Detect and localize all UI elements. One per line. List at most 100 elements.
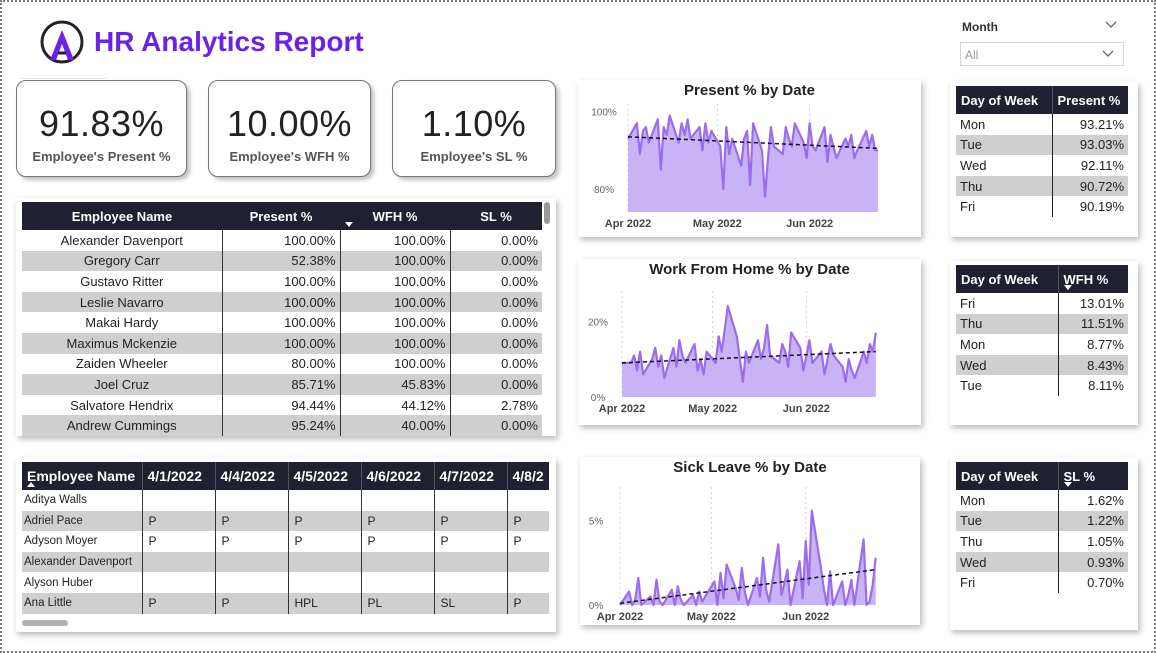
table-row[interactable]: Mon 93.21% xyxy=(956,114,1128,135)
attendance-cell: P xyxy=(433,510,507,532)
table-row[interactable]: Aditya Walls xyxy=(22,490,549,511)
column-header-date[interactable]: 4/7/2022 xyxy=(433,462,507,490)
x-tick-label: May 2022 xyxy=(693,218,742,230)
column-header-employee-name[interactable]: Employee Name xyxy=(22,462,142,490)
present-cell: 95.24% xyxy=(221,415,340,436)
column-header-sl[interactable]: SL % xyxy=(450,202,542,230)
table-row[interactable]: Mon 8.77% xyxy=(956,334,1128,355)
column-header-day-of-week[interactable]: Day of Week xyxy=(956,86,1052,114)
wfh-by-date-chart[interactable]: Work From Home % by Date Apr 2022 May 202… xyxy=(578,259,921,425)
table-row[interactable]: Thu 1.05% xyxy=(956,531,1128,552)
chart-title: Work From Home % by Date xyxy=(649,261,850,278)
table-row[interactable]: Adriel Pace P P P P P P xyxy=(22,510,549,532)
attendance-cell: P xyxy=(214,592,288,614)
series-line xyxy=(619,509,877,607)
employee-name-cell: Joel Cruz xyxy=(22,374,222,395)
employee-name-cell: Leslie Navarro xyxy=(22,291,222,313)
column-header-day-of-week[interactable]: Day of Week xyxy=(956,462,1058,490)
day-cell: Tue xyxy=(960,378,982,394)
employee-name-cell: Adriel Pace xyxy=(22,510,142,532)
table-row[interactable]: Alexander Davenport 100.00% 100.00% 0.00% xyxy=(22,230,542,251)
attendance-cell xyxy=(360,490,434,511)
table-row[interactable]: Tue 8.11% xyxy=(956,375,1128,396)
table-row[interactable]: Joel Cruz 85.71% 45.83% 0.00% xyxy=(22,374,542,395)
y-tick-label: 20% xyxy=(588,317,608,328)
employee-summary-table[interactable]: Employee Name Present % WFH % SL % Alexa… xyxy=(16,198,556,436)
column-header-date[interactable]: 4/8/2 xyxy=(506,462,549,490)
table-row[interactable]: Tue 1.22% xyxy=(956,510,1128,532)
attendance-cell xyxy=(433,490,507,511)
present-cell: 100.00% xyxy=(221,230,340,251)
month-dropdown[interactable]: All xyxy=(960,42,1124,66)
chevron-down-icon[interactable] xyxy=(1104,18,1118,32)
horizontal-scrollbar[interactable] xyxy=(22,620,68,626)
value-cell: 13.01% xyxy=(1057,293,1128,314)
sort-descending-icon xyxy=(1063,285,1072,290)
title-divider xyxy=(20,78,108,79)
table-row[interactable]: Leslie Navarro 100.00% 100.00% 0.00% xyxy=(22,291,542,313)
table-row[interactable]: Gustavo Ritter 100.00% 100.00% 0.00% xyxy=(22,271,542,292)
column-header-present[interactable]: Present % xyxy=(222,202,340,230)
sick-leave-by-date-chart[interactable]: Sick Leave % by Date Apr 2022 May 2022 Jun… xyxy=(580,457,920,625)
attendance-cell: P xyxy=(141,510,215,532)
table-row[interactable]: Ana Little P P HPL PL SL P xyxy=(22,592,549,614)
sort-ascending-icon xyxy=(27,482,35,487)
wfh-cell: 45.83% xyxy=(339,374,450,395)
table-row[interactable]: Mon 1.62% xyxy=(956,490,1128,511)
column-header-date[interactable]: 4/1/2022 xyxy=(141,462,215,490)
table-row[interactable]: Alyson Huber xyxy=(22,572,549,593)
column-header-day-of-week[interactable]: Day of Week xyxy=(956,265,1058,293)
present-cell: 100.00% xyxy=(221,332,340,354)
table-row[interactable]: Thu 11.51% xyxy=(956,313,1128,335)
attendance-cell: PL xyxy=(360,592,434,614)
table-row[interactable]: Wed 0.93% xyxy=(956,551,1128,573)
table-row[interactable]: Wed 8.43% xyxy=(956,354,1128,376)
sl-dow-table: Day of Week SL % Mon 1.62% Tue 1.22% Thu 1.… xyxy=(956,462,1128,593)
wfh-cell: 100.00% xyxy=(339,353,450,375)
column-header-wfh[interactable]: WFH % xyxy=(1057,265,1128,293)
column-header-wfh[interactable]: WFH % xyxy=(340,202,450,230)
wfh-by-day-table[interactable]: Day of Week WFH % Fri 13.01% Thu 11.51% Mo… xyxy=(950,261,1138,425)
present-by-date-chart[interactable]: Present % by Date Apr 2022 May 2022 Jun 20… xyxy=(578,80,921,237)
sl-cell: 0.00% xyxy=(449,312,542,333)
wfh-cell: 40.00% xyxy=(339,415,450,436)
attendance-cell xyxy=(433,572,507,593)
attendance-table: Employee Name 4/1/2022 4/4/2022 4/5/2022… xyxy=(22,462,549,614)
sl-by-day-table[interactable]: Day of Week SL % Mon 1.62% Tue 1.22% Thu 1.… xyxy=(950,458,1138,630)
column-header-date[interactable]: 4/5/2022 xyxy=(287,462,361,490)
table-row[interactable]: Gregory Carr 52.38% 100.00% 0.00% xyxy=(22,250,542,272)
column-header-present[interactable]: Present % xyxy=(1051,86,1128,114)
sl-cell: 0.00% xyxy=(449,415,542,436)
day-cell: Thu xyxy=(960,533,983,549)
attendance-cell: P xyxy=(287,510,361,532)
value-cell: 1.05% xyxy=(1057,531,1128,552)
table-row[interactable]: Fri 90.19% xyxy=(956,196,1128,217)
column-header-employee-name[interactable]: Employee Name xyxy=(22,202,222,230)
table-row[interactable]: Zaiden Wheeler 80.00% 100.00% 0.00% xyxy=(22,353,542,375)
table-row[interactable]: Makai Hardy 100.00% 100.00% 0.00% xyxy=(22,312,542,333)
table-row[interactable]: Thu 90.72% xyxy=(956,175,1128,197)
sl-cell: 2.78% xyxy=(449,394,542,416)
present-cell: 100.00% xyxy=(221,291,340,313)
month-slicer[interactable]: Month All xyxy=(958,16,1128,68)
wfh-cell: 100.00% xyxy=(339,312,450,333)
table-row[interactable]: Fri 0.70% xyxy=(956,572,1128,593)
table-row[interactable]: Fri 13.01% xyxy=(956,293,1128,314)
x-tick-label: Apr 2022 xyxy=(597,611,643,623)
table-row[interactable]: Maximus Mckenzie 100.00% 100.00% 0.00% xyxy=(22,332,542,354)
column-header-date[interactable]: 4/4/2022 xyxy=(214,462,288,490)
table-row[interactable]: Alexander Davenport xyxy=(22,551,549,573)
table-row[interactable]: Andrew Cummings 95.24% 40.00% 0.00% xyxy=(22,415,542,436)
table-row[interactable]: Salvatore Hendrix 94.44% 44.12% 2.78% xyxy=(22,394,542,416)
table-row[interactable]: Tue 93.03% xyxy=(956,134,1128,156)
a-letter-logo-icon xyxy=(40,20,84,64)
employee-name-cell: Aditya Walls xyxy=(24,494,87,507)
present-by-day-table[interactable]: Day of Week Present % Mon 93.21% Tue 93.03… xyxy=(950,82,1138,237)
y-tick-label: 80% xyxy=(594,185,614,196)
column-header-date[interactable]: 4/6/2022 xyxy=(360,462,434,490)
vertical-scrollbar[interactable] xyxy=(544,202,550,224)
attendance-matrix[interactable]: Employee Name 4/1/2022 4/4/2022 4/5/2022… xyxy=(16,458,556,632)
table-row[interactable]: Adyson Moyer P P P P P P xyxy=(22,531,549,552)
table-row[interactable]: Wed 92.11% xyxy=(956,155,1128,176)
column-header-sl[interactable]: SL % xyxy=(1057,462,1128,490)
